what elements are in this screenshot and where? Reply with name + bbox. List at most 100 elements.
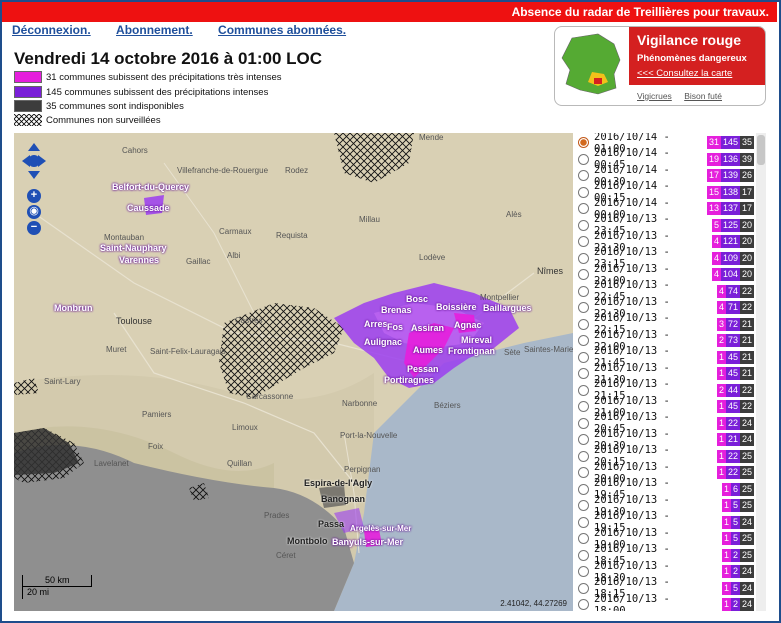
- france-vigilance-map[interactable]: [558, 30, 626, 98]
- timeline-row[interactable]: 2016/10/13 - 18:00 1 2 24: [578, 593, 754, 611]
- timeline-radio[interactable]: [578, 269, 589, 280]
- town-label: Pamiers: [142, 410, 172, 419]
- commune-label: Pessan: [407, 364, 439, 374]
- count-intense: 73: [726, 334, 740, 347]
- timeline-counts: 1 2 25: [722, 548, 754, 562]
- commune-label: Passa: [318, 519, 345, 529]
- count-very-intense: 4: [717, 284, 726, 298]
- commune-label: Caussade: [127, 203, 170, 213]
- timeline-radio[interactable]: [578, 566, 589, 577]
- timeline-radio[interactable]: [578, 467, 589, 478]
- timeline-radio[interactable]: [578, 450, 589, 462]
- timeline-radio[interactable]: [578, 302, 589, 313]
- count-unavailable: 21: [740, 350, 754, 364]
- town-label: Saint-Felix-Lauragais: [150, 347, 226, 356]
- pan-arrows-icon[interactable]: [20, 141, 48, 181]
- vigilance-links: Vigicrues Bison futé: [637, 91, 732, 101]
- timeline-radio[interactable]: [578, 351, 589, 363]
- legend-very-intense: 31 communes subissent des précipitations…: [14, 71, 282, 83]
- count-intense: 136: [721, 152, 740, 166]
- timeline-radio[interactable]: [578, 219, 589, 231]
- timeline-radio[interactable]: [578, 368, 589, 379]
- town-label: Albi: [227, 251, 241, 260]
- timeline-radio[interactable]: [578, 236, 589, 247]
- town-label: Lavelanet: [94, 459, 129, 468]
- town-label: Gaillac: [186, 257, 211, 266]
- commune-label: Fos: [387, 322, 404, 332]
- alert-banner: Absence du radar de Treillières pour tra…: [2, 2, 777, 22]
- count-intense: 44: [726, 383, 740, 397]
- commune-label: Banyuls-sur-Mer: [332, 537, 404, 547]
- timeline-radio[interactable]: [578, 252, 589, 264]
- zoom-out-icon[interactable]: −: [27, 221, 41, 235]
- town-label: Carcassonne: [246, 392, 294, 401]
- timeline-counts: 4 109 20: [712, 251, 754, 265]
- zoom-in-icon[interactable]: +: [27, 189, 41, 203]
- timeline-radio[interactable]: [578, 582, 589, 594]
- town-label: Requista: [276, 231, 308, 240]
- timeline-radio[interactable]: [578, 285, 589, 297]
- timeline-scrollbar[interactable]: [756, 133, 766, 611]
- timeline-radio[interactable]: [578, 549, 589, 561]
- legend-label: 145 communes subissent des précipitation…: [46, 86, 269, 98]
- scrollbar-thumb[interactable]: [757, 135, 765, 165]
- count-very-intense: 13: [707, 202, 721, 215]
- timeline-radio[interactable]: [578, 483, 589, 495]
- timeline-counts: 1 45 21: [717, 350, 754, 364]
- count-unavailable: 20: [740, 218, 754, 232]
- town-label: Lodève: [419, 253, 446, 262]
- timeline-counts: 3 72 21: [717, 317, 754, 331]
- timeline-radio[interactable]: [578, 186, 589, 198]
- timeline-radio[interactable]: [578, 170, 589, 181]
- timeline-radio[interactable]: [578, 434, 589, 445]
- town-label: Perpignan: [344, 465, 381, 474]
- timeline-radio[interactable]: [578, 533, 589, 544]
- count-unavailable: 22: [740, 400, 754, 413]
- legend-swatch-dark: [14, 100, 42, 112]
- timeline-radio[interactable]: [578, 401, 589, 412]
- count-unavailable: 24: [740, 598, 754, 611]
- timeline-radio[interactable]: [578, 500, 589, 511]
- count-very-intense: 1: [717, 416, 726, 430]
- count-unavailable: 17: [740, 202, 754, 215]
- timeline-radio[interactable]: [578, 417, 589, 429]
- legend-label: 35 communes sont indisponibles: [46, 100, 184, 112]
- commune-label: Monbrun: [54, 303, 93, 313]
- view-map-link[interactable]: <<< Consultez la carte: [637, 68, 732, 79]
- subscription-link[interactable]: Abonnement.: [116, 23, 193, 37]
- timeline-counts: 1 2 24: [722, 565, 754, 578]
- timeline-radio[interactable]: [578, 516, 589, 528]
- timeline-radio[interactable]: [578, 203, 589, 214]
- count-very-intense: 17: [707, 169, 721, 182]
- legend-swatch-purple: [14, 86, 42, 98]
- timeline-radio[interactable]: [578, 137, 589, 148]
- timeline-radio[interactable]: [578, 384, 589, 396]
- count-unavailable: 25: [740, 466, 754, 479]
- town-label: Villefranche-de-Rouergue: [177, 166, 269, 175]
- timeline-counts: 1 5 25: [722, 532, 754, 545]
- vigicrues-link[interactable]: Vigicrues: [637, 91, 672, 101]
- town-label: Nîmes: [537, 266, 564, 276]
- count-very-intense: 15: [707, 185, 721, 199]
- logout-link[interactable]: Déconnexion.: [12, 23, 91, 37]
- timeline-radio[interactable]: [578, 335, 589, 346]
- count-very-intense: 4: [717, 301, 726, 314]
- count-intense: 71: [726, 301, 740, 314]
- count-unavailable: 22: [740, 284, 754, 298]
- count-very-intense: 1: [722, 499, 731, 512]
- alert-text: Absence du radar de Treillières pour tra…: [511, 5, 769, 19]
- timeline-radio[interactable]: [578, 318, 589, 330]
- vigilance-panel[interactable]: Vigilance rouge Phénomènes dangereux <<<…: [554, 26, 766, 106]
- count-unavailable: 25: [740, 482, 754, 496]
- timeline-radio[interactable]: [578, 153, 589, 165]
- bison-fute-link[interactable]: Bison futé: [684, 91, 722, 101]
- radar-map[interactable]: Cahors Villefranche-de-Rouergue Rodez Me…: [14, 133, 573, 611]
- globe-icon[interactable]: ◉: [27, 205, 41, 219]
- timeline-counts: 1 5 24: [722, 581, 754, 595]
- subscribed-communes-link[interactable]: Communes abonnées.: [218, 23, 346, 37]
- commune-label: Varennes: [119, 255, 160, 265]
- timeline-counts: 1 22 25: [717, 466, 754, 479]
- commune-label: Saint-Nauphary: [100, 243, 167, 253]
- town-label: Saintes-Maries: [524, 345, 573, 354]
- timeline-radio[interactable]: [578, 599, 589, 610]
